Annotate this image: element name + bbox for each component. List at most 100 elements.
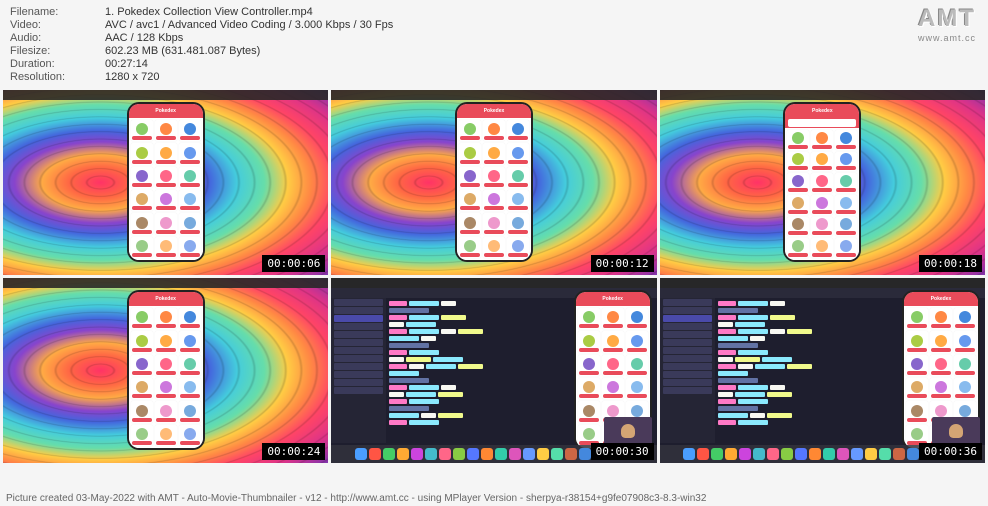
pokemon-cell[interactable] (787, 130, 809, 150)
pokemon-cell[interactable] (835, 217, 857, 237)
dock-app-icon[interactable] (893, 448, 905, 460)
pokemon-cell[interactable] (483, 167, 505, 188)
collection-view[interactable] (129, 306, 203, 448)
pokemon-cell[interactable] (906, 355, 928, 376)
dock-app-icon[interactable] (837, 448, 849, 460)
pokemon-cell[interactable] (459, 190, 481, 211)
project-file-item[interactable] (663, 331, 712, 338)
pokemon-cell[interactable] (179, 331, 201, 352)
pokemon-cell[interactable] (155, 331, 177, 352)
pokemon-cell[interactable] (626, 331, 648, 352)
pokemon-cell[interactable] (507, 190, 529, 211)
pokemon-cell[interactable] (507, 143, 529, 164)
collection-view[interactable] (457, 118, 531, 260)
project-file-item[interactable] (663, 307, 712, 314)
dock-app-icon[interactable] (795, 448, 807, 460)
project-file-item[interactable] (334, 307, 383, 314)
pokemon-cell[interactable] (787, 238, 809, 258)
dock-app-icon[interactable] (879, 448, 891, 460)
pokemon-cell[interactable] (811, 238, 833, 258)
pokemon-cell[interactable] (131, 167, 153, 188)
pokemon-cell[interactable] (155, 190, 177, 211)
pokemon-cell[interactable] (835, 238, 857, 258)
project-file-item[interactable] (663, 363, 712, 370)
pokemon-cell[interactable] (459, 213, 481, 234)
pokemon-cell[interactable] (155, 308, 177, 329)
dock-app-icon[interactable] (565, 448, 577, 460)
dock-app-icon[interactable] (809, 448, 821, 460)
project-file-item[interactable] (334, 347, 383, 354)
project-file-item[interactable] (334, 379, 383, 386)
pokemon-cell[interactable] (835, 152, 857, 172)
pokemon-cell[interactable] (787, 152, 809, 172)
pokemon-cell[interactable] (155, 143, 177, 164)
dock-app-icon[interactable] (725, 448, 737, 460)
pokemon-cell[interactable] (626, 308, 648, 329)
pokemon-cell[interactable] (179, 190, 201, 211)
thumbnail[interactable]: Pokedex00:00:18 (660, 90, 985, 275)
pokemon-cell[interactable] (578, 401, 600, 422)
pokemon-cell[interactable] (954, 378, 976, 399)
pokemon-cell[interactable] (131, 120, 153, 141)
project-file-item[interactable] (334, 355, 383, 362)
xcode-navigator[interactable] (331, 298, 386, 443)
dock-app-icon[interactable] (781, 448, 793, 460)
thumbnail[interactable]: Pokedex00:00:30 (331, 278, 656, 463)
dock-app-icon[interactable] (697, 448, 709, 460)
pokemon-cell[interactable] (179, 167, 201, 188)
collection-view[interactable] (129, 118, 203, 260)
thumbnail[interactable]: Pokedex00:00:12 (331, 90, 656, 275)
code-editor[interactable] (715, 298, 900, 443)
dock-app-icon[interactable] (767, 448, 779, 460)
thumbnail[interactable]: Pokedex00:00:36 (660, 278, 985, 463)
xcode-navigator[interactable] (660, 298, 715, 443)
dock-app-icon[interactable] (411, 448, 423, 460)
dock-app-icon[interactable] (865, 448, 877, 460)
pokemon-cell[interactable] (131, 237, 153, 258)
pokemon-cell[interactable] (155, 401, 177, 422)
pokemon-cell[interactable] (459, 143, 481, 164)
pokemon-cell[interactable] (906, 378, 928, 399)
pokemon-cell[interactable] (179, 425, 201, 446)
pokemon-cell[interactable] (578, 378, 600, 399)
dock-app-icon[interactable] (523, 448, 535, 460)
pokemon-cell[interactable] (131, 401, 153, 422)
pokemon-cell[interactable] (835, 195, 857, 215)
dock-app-icon[interactable] (355, 448, 367, 460)
pokemon-cell[interactable] (602, 355, 624, 376)
dock-app-icon[interactable] (397, 448, 409, 460)
pokemon-cell[interactable] (155, 213, 177, 234)
pokemon-cell[interactable] (602, 378, 624, 399)
dock-app-icon[interactable] (369, 448, 381, 460)
pokemon-cell[interactable] (626, 378, 648, 399)
project-file-item[interactable] (334, 331, 383, 338)
pokemon-cell[interactable] (811, 195, 833, 215)
dock-app-icon[interactable] (467, 448, 479, 460)
pokemon-cell[interactable] (131, 308, 153, 329)
dock-app-icon[interactable] (551, 448, 563, 460)
pokemon-cell[interactable] (131, 378, 153, 399)
dock-app-icon[interactable] (509, 448, 521, 460)
thumbnail[interactable]: Pokedex00:00:06 (3, 90, 328, 275)
pokemon-cell[interactable] (155, 378, 177, 399)
pokemon-cell[interactable] (602, 308, 624, 329)
pokemon-cell[interactable] (578, 355, 600, 376)
pokemon-cell[interactable] (483, 237, 505, 258)
pokemon-cell[interactable] (459, 120, 481, 141)
pokemon-cell[interactable] (906, 308, 928, 329)
dock-app-icon[interactable] (851, 448, 863, 460)
project-file-item[interactable] (334, 299, 383, 306)
pokemon-cell[interactable] (179, 378, 201, 399)
pokemon-cell[interactable] (131, 331, 153, 352)
dock-app-icon[interactable] (481, 448, 493, 460)
dock-app-icon[interactable] (907, 448, 919, 460)
pokemon-cell[interactable] (787, 173, 809, 193)
pokemon-cell[interactable] (811, 130, 833, 150)
project-file-item[interactable] (663, 299, 712, 306)
pokemon-cell[interactable] (507, 213, 529, 234)
pokemon-cell[interactable] (179, 355, 201, 376)
pokemon-cell[interactable] (155, 120, 177, 141)
pokemon-cell[interactable] (835, 173, 857, 193)
pokemon-cell[interactable] (578, 331, 600, 352)
pokemon-cell[interactable] (179, 237, 201, 258)
